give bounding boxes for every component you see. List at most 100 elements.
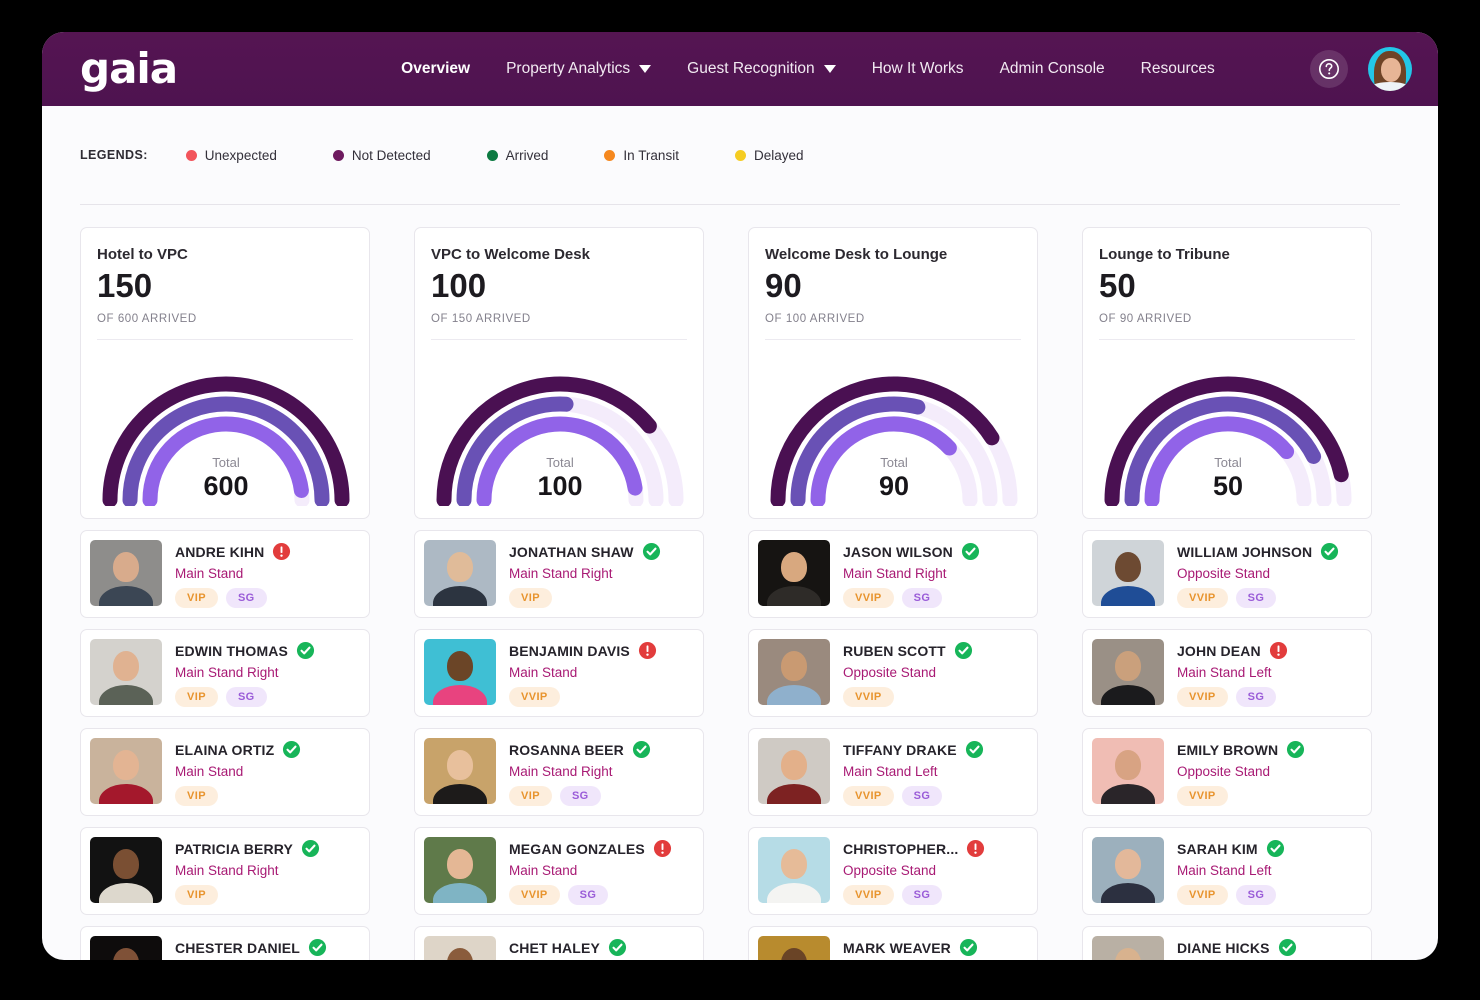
guest-badges: VVIP SG: [509, 885, 691, 905]
guest-info: CHRISTOPHER... Opposite Stand VVIP SG: [843, 837, 1025, 905]
guest-list-item[interactable]: ANDRE KIHN Main Stand VIP SG: [80, 530, 370, 618]
guest-photo: [424, 738, 496, 804]
guest-list-item[interactable]: TIFFANY DRAKE Main Stand Left VVIP SG: [748, 728, 1038, 816]
badge-sg: SG: [225, 588, 267, 608]
guest-info: EDWIN THOMAS Main Stand Right VIP SG: [175, 639, 357, 707]
nav-item-property-analytics[interactable]: Property Analytics: [488, 52, 669, 86]
guest-list-item[interactable]: SARAH KIM Main Stand Left VVIP SG: [1082, 827, 1372, 915]
status-arrived-check-icon: [965, 740, 983, 759]
guest-list-item[interactable]: ROSANNA BEER Main Stand Right VIP SG: [414, 728, 704, 816]
gauge-card-subtitle: OF 100 ARRIVED: [765, 312, 865, 325]
status-arrived-check-icon: [308, 938, 327, 957]
nav-item-admin-console[interactable]: Admin Console: [982, 52, 1123, 86]
guest-stand: Opposite Stand: [1177, 566, 1271, 581]
nav-item-label: Admin Console: [999, 60, 1105, 77]
guest-photo: [1092, 540, 1164, 606]
guest-stand: Opposite Stand: [843, 863, 937, 878]
gauge-wrapper: Total 100: [431, 354, 689, 506]
guest-list-item[interactable]: ELAINA ORTIZ Main Stand VIP: [80, 728, 370, 816]
nav-item-guest-recognition[interactable]: Guest Recognition: [669, 52, 854, 86]
status-unexpected-alert-icon: [653, 839, 671, 858]
guest-list-item[interactable]: CHRISTOPHER... Opposite Stand VVIP SG: [748, 827, 1038, 915]
guest-name-row: BENJAMIN DAVIS: [509, 641, 691, 660]
guest-photo: [1092, 936, 1164, 960]
guest-stand: Main Stand Left: [1177, 665, 1272, 680]
photo-head: [781, 849, 807, 879]
gauge-card-title: Welcome Desk to Lounge: [765, 246, 948, 263]
badge-vvip: VVIP: [843, 786, 894, 806]
gaia-logo[interactable]: gaia: [80, 48, 178, 90]
photo-head: [447, 750, 473, 780]
guest-list-item[interactable]: MEGAN GONZALES Main Stand VVIP SG: [414, 827, 704, 915]
nav-item-how-it-works[interactable]: How It Works: [854, 52, 982, 86]
guest-name: TIFFANY DRAKE: [843, 741, 957, 758]
guest-list-item[interactable]: DIANE HICKSOpposite Stand: [1082, 926, 1372, 960]
legend-dot-icon: [185, 149, 197, 161]
legend-item-in-transit: In Transit: [604, 148, 679, 163]
guest-list-item[interactable]: MARK WEAVERMain Stand Left: [748, 926, 1038, 960]
legends-bar: LEGENDS: Unexpected Not Detected Arrived In…: [42, 106, 1438, 204]
guest-list-item[interactable]: PATRICIA BERRY Main Stand Right VIP: [80, 827, 370, 915]
nav-item-label: How It Works: [871, 60, 964, 77]
nav-right-actions: [1310, 47, 1412, 91]
status-arrived-check-icon: [954, 641, 972, 660]
guest-list-item[interactable]: JOHN DEAN Main Stand Left VVIP SG: [1082, 629, 1372, 717]
guest-name: ROSANNA BEER: [509, 741, 624, 758]
pipeline-column: Lounge to Tribune 50 OF 90 ARRIVED Total 50 W…: [1082, 227, 1372, 960]
badge-vip: VIP: [175, 786, 218, 806]
gauge-total-value: 50: [1212, 470, 1244, 501]
status-unexpected-alert-icon: [273, 542, 291, 561]
gauge-center-label: Total 90: [765, 455, 1023, 502]
guest-badges: VVIP SG: [1177, 588, 1359, 608]
badge-vvip: VVIP: [509, 687, 560, 707]
guest-info: ELAINA ORTIZ Main Stand VIP: [175, 738, 357, 806]
guest-photo: [1092, 837, 1164, 903]
guest-photo: [758, 540, 830, 606]
guest-list-item[interactable]: CHET HALEYMain Stand Right: [414, 926, 704, 960]
guest-list-item[interactable]: CHESTER DANIELMain Stand: [80, 926, 370, 960]
guest-name: CHRISTOPHER...: [843, 840, 959, 857]
nav-item-overview[interactable]: Overview: [383, 52, 488, 86]
guest-name: CHET HALEY: [509, 939, 600, 956]
gauge-card: VPC to Welcome Desk 100 OF 150 ARRIVED Tota…: [414, 227, 704, 519]
guest-name-row: JASON WILSON: [843, 542, 1025, 561]
guest-photo: [90, 738, 162, 804]
gauge-total-label: Total: [880, 454, 908, 470]
badge-vvip: VVIP: [509, 885, 560, 905]
guest-name-row: TIFFANY DRAKE: [843, 740, 1025, 759]
card-divider: [1099, 338, 1355, 340]
guest-badges: VVIP SG: [1177, 885, 1359, 905]
status-arrived-check-icon: [296, 641, 315, 660]
guest-name-row: WILLIAM JOHNSON: [1177, 542, 1359, 561]
help-icon[interactable]: [1310, 50, 1348, 88]
guest-list-item[interactable]: WILLIAM JOHNSON Opposite Stand VVIP SG: [1082, 530, 1372, 618]
guest-stand: Main Stand Right: [509, 566, 613, 581]
guest-name-row: CHET HALEY: [509, 938, 691, 957]
guest-list-item[interactable]: EMILY BROWN Opposite Stand VVIP: [1082, 728, 1372, 816]
card-divider: [431, 338, 687, 340]
guest-list-item[interactable]: RUBEN SCOTT Opposite Stand VVIP: [748, 629, 1038, 717]
guest-list-item[interactable]: JASON WILSON Main Stand Right VVIP SG: [748, 530, 1038, 618]
status-arrived-check-icon: [301, 839, 320, 858]
legend-label: Arrived: [505, 147, 549, 163]
guest-info: RUBEN SCOTT Opposite Stand VVIP: [843, 639, 1025, 707]
badge-sg: SG: [901, 786, 943, 806]
avatar-face: [1381, 58, 1401, 82]
guest-stand: Main Stand: [509, 863, 578, 878]
chevron-down-icon: [823, 65, 836, 73]
gauge-card-title: Lounge to Tribune: [1099, 246, 1230, 263]
card-divider: [765, 338, 1021, 340]
status-arrived-check-icon: [283, 740, 301, 759]
nav-item-resources[interactable]: Resources: [1123, 52, 1233, 86]
guest-list-item[interactable]: JONATHAN SHAW Main Stand Right VIP: [414, 530, 704, 618]
gauge-center-label: Total 100: [431, 455, 689, 502]
avatar[interactable]: [1368, 47, 1412, 91]
guest-info: JOHN DEAN Main Stand Left VVIP SG: [1177, 639, 1359, 707]
photo-head: [447, 849, 473, 879]
guest-badges: VIP SG: [509, 786, 691, 806]
guest-name: MARK WEAVER: [843, 939, 951, 956]
guest-photo: [1092, 738, 1164, 804]
guest-list-item[interactable]: EDWIN THOMAS Main Stand Right VIP SG: [80, 629, 370, 717]
photo-head: [1115, 651, 1141, 681]
guest-list-item[interactable]: BENJAMIN DAVIS Main Stand VVIP: [414, 629, 704, 717]
